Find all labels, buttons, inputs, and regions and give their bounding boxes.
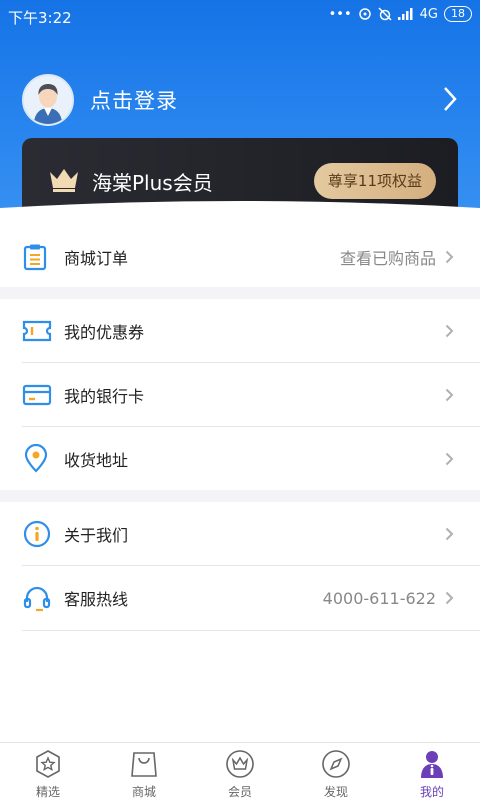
headset-icon [23,586,51,612]
tab-member-label: 会员 [227,785,252,799]
info-icon [23,520,51,547]
clipboard-icon [23,244,47,271]
tab-member[interactable]: 会员 [192,743,288,801]
coupon-icon [22,320,52,341]
hotline-label: 客服热线 [64,590,129,609]
network-type: 4G [419,6,438,22]
login-label[interactable]: 点击登录 [90,85,178,115]
bank-card-icon [22,384,52,405]
tab-featured-label: 精选 [35,785,60,799]
chevron-right-icon [445,452,454,465]
chevron-right-icon[interactable] [442,86,458,112]
compass-icon [322,750,350,778]
section-gap [0,490,480,502]
avatar-person-icon [24,76,72,124]
chevron-right-icon [445,324,454,337]
plus-title: 海棠Plus会员 [92,171,213,195]
chevron-right-icon [445,527,454,540]
chevron-right-icon [445,250,454,264]
address-row[interactable]: 收货地址 [0,427,480,490]
status-time: 下午3:22 [8,9,72,27]
crown-icon [226,750,254,778]
orders-value: 查看已购商品 [339,249,436,268]
coupons-label: 我的优惠券 [64,322,145,342]
more-dots-icon: ••• [328,6,352,22]
chevron-right-icon [445,591,454,605]
chevron-right-icon [445,388,454,401]
address-label: 收货地址 [64,450,129,470]
coupons-row[interactable]: 我的优惠券 [0,299,480,362]
person-icon [421,751,443,778]
crown-icon [50,169,78,192]
alarm-off-icon [378,7,392,21]
hotspot-icon [358,8,371,20]
hotline-row[interactable]: 客服热线 4000-611-622 [0,566,480,630]
header-curve [0,201,480,230]
avatar[interactable] [22,74,74,126]
battery-icon: 18 [444,6,472,22]
location-pin-icon [24,443,48,473]
section-gap [0,287,480,299]
plus-benefits-button[interactable]: 尊享11项权益 [313,163,436,199]
about-row[interactable]: 关于我们 [0,502,480,565]
signal-icon [397,8,413,20]
bank-card-label: 我的银行卡 [64,386,145,406]
status-bar: 下午3:22 ••• 4G 18 [0,0,480,32]
hotline-number[interactable]: 4000-611-622 [323,589,436,608]
bottom-tab-bar: 精选 商城 会员 发现 我的 [0,742,480,801]
bank-card-row[interactable]: 我的银行卡 [0,363,480,426]
about-label: 关于我们 [64,525,129,545]
tab-mall[interactable]: 商城 [96,743,192,801]
status-icons: ••• 4G 18 [329,6,472,22]
divider [22,630,480,631]
tab-mine-label: 我的 [419,785,444,799]
orders-label: 商城订单 [64,249,129,268]
shopping-bag-icon [131,752,157,777]
login-row[interactable]: 点击登录 [22,74,462,126]
tab-featured[interactable]: 精选 [0,743,96,801]
orders-row[interactable]: 商城订单 查看已购商品 [0,228,480,286]
tab-discover-label: 发现 [323,785,348,799]
star-icon [36,750,60,778]
tab-mall-label: 商城 [131,785,156,799]
tab-mine[interactable]: 我的 [384,743,480,801]
tab-discover[interactable]: 发现 [288,743,384,801]
